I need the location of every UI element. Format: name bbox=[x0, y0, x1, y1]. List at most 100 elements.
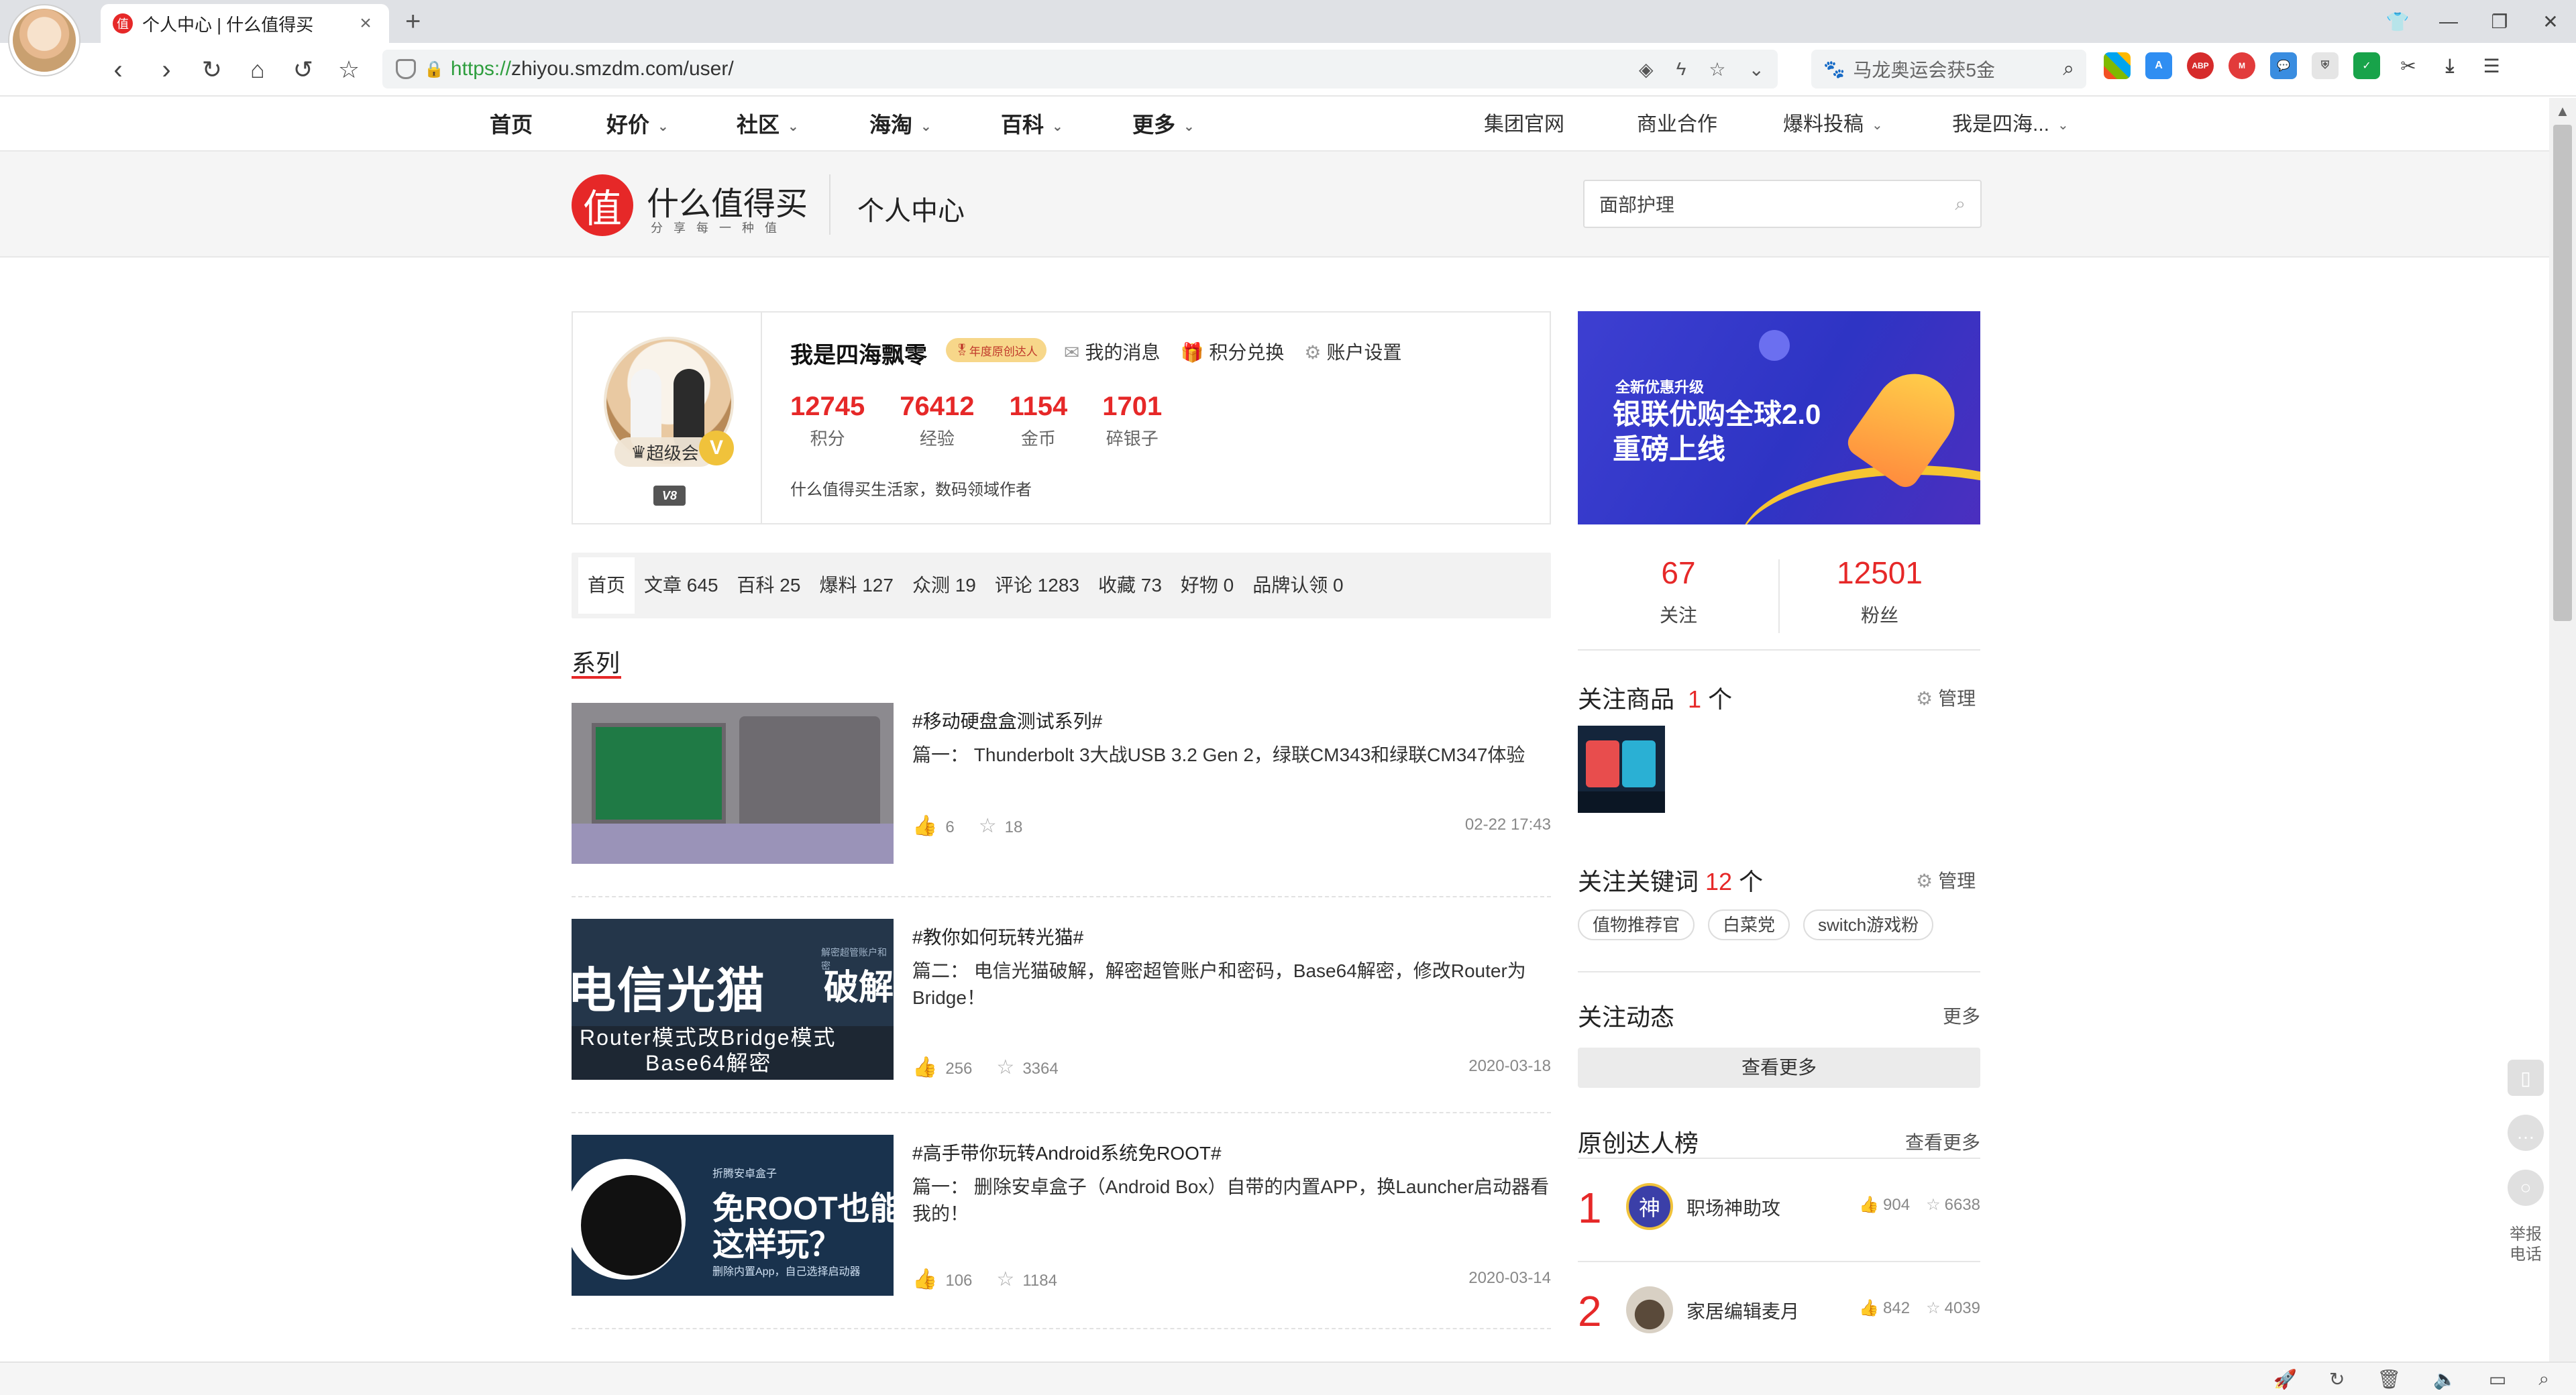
author-avatar[interactable]: 神 bbox=[1626, 1183, 1673, 1230]
undo-close-icon[interactable]: ↺ bbox=[286, 52, 321, 87]
logo-title[interactable]: 什么值得买 bbox=[647, 177, 808, 224]
stat-gold[interactable]: 1154 金币 bbox=[1009, 390, 1067, 450]
tab-comments[interactable]: 评论 1283 bbox=[985, 557, 1089, 614]
download-icon[interactable]: ⤓ bbox=[2436, 52, 2463, 79]
ranking-row[interactable]: 1 神 职场神助攻 👍 904 ☆ 6638 bbox=[1578, 1171, 1980, 1245]
nav-item-group[interactable]: 集团官网 bbox=[1484, 98, 1564, 152]
mute-ext-icon[interactable]: M bbox=[2229, 52, 2255, 79]
nav-item-user-menu[interactable]: 我是四海... ⌄ bbox=[1952, 98, 2069, 152]
tab-goods[interactable]: 好物 0 bbox=[1171, 557, 1243, 614]
mobile-icon[interactable]: ▯ bbox=[2508, 1060, 2544, 1096]
smzdm-logo-icon[interactable]: 值 bbox=[572, 174, 633, 236]
series-item[interactable]: 折腾安卓盒子 免ROOT也能 这样玩？ 删除内置App，自己选择启动器 #高手带… bbox=[572, 1135, 1551, 1329]
stat-points[interactable]: 12745 积分 bbox=[790, 390, 865, 450]
zoom-icon[interactable]: ⌕ bbox=[2538, 1368, 2549, 1390]
tab-articles[interactable]: 文章 645 bbox=[635, 557, 728, 614]
series-item[interactable]: 解密超管账户和密 电信光猫 破解 Router模式改Bridge模式 Base6… bbox=[572, 919, 1551, 1113]
like-count[interactable]: 👍 256 bbox=[912, 1056, 972, 1079]
username[interactable]: 我是四海飘零 bbox=[790, 337, 927, 370]
browser-tab-active[interactable]: 值 个人中心 | 什么值得买 × bbox=[101, 4, 389, 43]
chevron-down-icon[interactable]: ⌄ bbox=[1749, 58, 1764, 80]
adblock-icon[interactable]: ABP bbox=[2187, 52, 2214, 79]
refresh-icon[interactable]: ↻ bbox=[2329, 1368, 2345, 1390]
nav-item-submit[interactable]: 爆料投稿 ⌄ bbox=[1783, 98, 1883, 152]
tab-wiki[interactable]: 百科 25 bbox=[728, 557, 810, 614]
minimize-button[interactable]: — bbox=[2423, 11, 2474, 32]
nav-item-business[interactable]: 商业合作 bbox=[1637, 98, 1717, 152]
nav-item-community[interactable]: 社区 ⌄ bbox=[737, 98, 799, 152]
feedback-chat-icon[interactable]: … bbox=[2508, 1115, 2544, 1151]
my-messages-link[interactable]: ✉ 我的消息 bbox=[1064, 338, 1160, 365]
search-icon[interactable]: ⌕ bbox=[2063, 58, 2074, 80]
ranking-more-link[interactable]: 查看更多 bbox=[1905, 1128, 1980, 1155]
keyword-tag[interactable]: 白菜党 bbox=[1708, 909, 1790, 940]
report-phone-label[interactable]: 举报 电话 bbox=[2510, 1225, 2542, 1265]
article-title[interactable]: 篇二： 电信光猫破解，解密超管账户和密码，Base64解密，修改Router为B… bbox=[912, 958, 1550, 1011]
site-search-input[interactable]: 面部护理 ⌕ bbox=[1583, 180, 1982, 228]
nav-item-more[interactable]: 更多 ⌄ bbox=[1132, 98, 1195, 152]
points-exchange-link[interactable]: 🎁 积分兑换 bbox=[1180, 338, 1284, 365]
site-info-icon[interactable]: ◈ bbox=[1639, 58, 1654, 80]
favorite-star-icon[interactable]: ☆ bbox=[1709, 58, 1725, 80]
scissors-icon[interactable]: ✂ bbox=[2395, 52, 2422, 79]
article-thumbnail[interactable] bbox=[572, 703, 894, 864]
tab-deals[interactable]: 爆料 127 bbox=[810, 557, 903, 614]
chat-ext-icon[interactable]: 💬 bbox=[2270, 52, 2297, 79]
tab-favorites[interactable]: 收藏 73 bbox=[1089, 557, 1171, 614]
bookmark-star-icon[interactable]: ☆ bbox=[331, 52, 366, 87]
tab-brand[interactable]: 品牌认领 0 bbox=[1243, 557, 1352, 614]
like-count[interactable]: 👍 6 bbox=[912, 814, 955, 838]
series-tag[interactable]: #教你如何玩转光猫# bbox=[912, 923, 1083, 950]
ad-banner[interactable]: 全新优惠升级 银联优购全球2.0 重磅上线 bbox=[1578, 311, 1980, 524]
author-name[interactable]: 家居编辑麦月 bbox=[1686, 1297, 1799, 1324]
series-tag[interactable]: #移动硬盘盒测试系列# bbox=[912, 707, 1102, 734]
reload-icon[interactable]: ↻ bbox=[195, 52, 229, 87]
tab-tests[interactable]: 众测 19 bbox=[903, 557, 985, 614]
forward-icon[interactable]: › bbox=[149, 52, 184, 87]
url-field[interactable]: 🔒 https://zhiyou.smzdm.com/user/ ◈ ϟ ☆ ⌄ bbox=[382, 50, 1778, 89]
browser-profile-avatar[interactable] bbox=[9, 5, 79, 75]
stat-silver[interactable]: 1701 碎银子 bbox=[1102, 390, 1162, 450]
scrollbar-thumb[interactable] bbox=[2553, 125, 2572, 621]
account-settings-link[interactable]: ⚙ 账户设置 bbox=[1304, 338, 1401, 365]
followed-product-thumbnail[interactable] bbox=[1578, 726, 1665, 813]
series-item[interactable]: #移动硬盘盒测试系列# 篇一： Thunderbolt 3大战USB 3.2 G… bbox=[572, 703, 1551, 897]
nav-item-wiki[interactable]: 百科 ⌄ bbox=[1001, 98, 1063, 152]
article-thumbnail[interactable]: 折腾安卓盒子 免ROOT也能 这样玩？ 删除内置App，自己选择启动器 bbox=[572, 1135, 894, 1296]
rocket-icon[interactable]: 🚀 bbox=[2273, 1368, 2297, 1390]
fav-count[interactable]: ☆ 1184 bbox=[996, 1268, 1057, 1291]
app-store-icon[interactable]: A bbox=[2145, 52, 2172, 79]
author-avatar[interactable] bbox=[1626, 1286, 1673, 1333]
scroll-up-arrow-icon[interactable]: ▲ bbox=[2549, 98, 2576, 125]
stat-exp[interactable]: 76412 经验 bbox=[900, 390, 974, 450]
apps-grid-icon[interactable] bbox=[2104, 52, 2131, 79]
volume-icon[interactable]: 🔈 bbox=[2433, 1368, 2457, 1390]
keyword-tag[interactable]: 值物推荐官 bbox=[1578, 909, 1695, 940]
search-icon[interactable]: ⌕ bbox=[1955, 193, 1966, 215]
series-tag[interactable]: #高手带你玩转Android系统免ROOT# bbox=[912, 1139, 1222, 1166]
back-icon[interactable]: ‹ bbox=[101, 52, 136, 87]
window-icon[interactable]: ▭ bbox=[2489, 1368, 2506, 1390]
close-window-button[interactable]: ✕ bbox=[2525, 11, 2576, 33]
fav-count[interactable]: ☆ 18 bbox=[979, 814, 1023, 838]
report-icon[interactable]: ○ bbox=[2508, 1170, 2544, 1206]
home-icon[interactable]: ⌂ bbox=[240, 52, 275, 87]
article-title[interactable]: 篇一： Thunderbolt 3大战USB 3.2 Gen 2，绿联CM343… bbox=[912, 742, 1550, 769]
keyword-tag[interactable]: switch游戏粉 bbox=[1803, 909, 1934, 940]
fav-goods-manage-link[interactable]: ⚙ 管理 bbox=[1916, 684, 1976, 711]
new-tab-button[interactable]: + bbox=[405, 5, 421, 38]
skin-icon[interactable]: 👕 bbox=[2372, 11, 2423, 33]
shield-ext-icon[interactable]: ⛨ bbox=[2312, 52, 2339, 79]
tab-home[interactable]: 首页 bbox=[578, 557, 635, 614]
article-title[interactable]: 篇一： 删除安卓盒子（Android Box）自带的内置APP，换Launche… bbox=[912, 1174, 1550, 1227]
fav-keywords-manage-link[interactable]: ⚙ 管理 bbox=[1916, 867, 1976, 893]
nav-item-haitao[interactable]: 海淘 ⌄ bbox=[869, 98, 932, 152]
vertical-scrollbar[interactable]: ▲ bbox=[2549, 98, 2576, 1361]
article-thumbnail[interactable]: 解密超管账户和密 电信光猫 破解 Router模式改Bridge模式 Base6… bbox=[572, 919, 894, 1080]
trash-icon[interactable]: 🗑 bbox=[2377, 1368, 2401, 1390]
security-ext-icon[interactable]: ✓ bbox=[2353, 52, 2380, 79]
menu-icon[interactable]: ☰ bbox=[2478, 52, 2505, 79]
restore-button[interactable]: ❐ bbox=[2474, 11, 2525, 33]
author-name[interactable]: 职场神助攻 bbox=[1686, 1194, 1780, 1221]
following-count[interactable]: 67 关注 bbox=[1578, 554, 1779, 628]
